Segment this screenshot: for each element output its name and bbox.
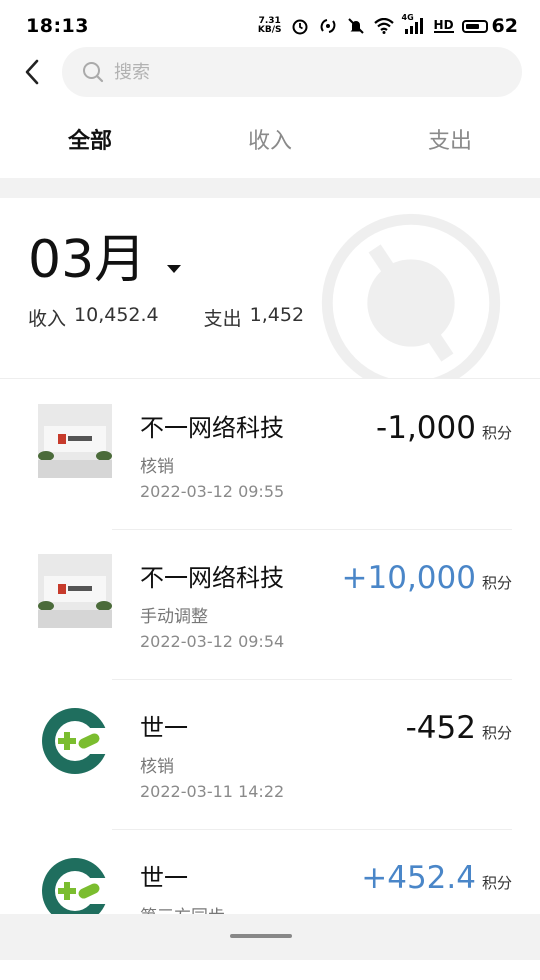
income-label: 收入 <box>28 308 67 330</box>
tab-income[interactable]: 收入 <box>180 112 360 172</box>
amount-block: +452.4 积分 <box>361 860 512 896</box>
net-speed-unit: KB/S <box>257 25 282 35</box>
income-total: 收入 10,452.4 <box>28 304 159 331</box>
transaction-amount: +10,000 <box>341 560 476 596</box>
status-icons: 7.31 KB/S 4G HD 62 <box>258 13 518 37</box>
amount-block: -1,000 积分 <box>376 410 512 446</box>
status-bar: 18:13 7.31 KB/S 4G HD 62 <box>0 0 540 52</box>
transaction-amount: -1,000 <box>376 410 476 446</box>
search-box[interactable] <box>62 47 522 97</box>
mute-icon <box>346 16 366 36</box>
transaction-list: 不一网络科技 核销 2022-03-12 09:55 -1,000 积分 不一网… <box>0 380 540 980</box>
month-selector[interactable]: 03月 <box>28 230 182 290</box>
amount-unit: 积分 <box>481 874 512 892</box>
pharmacy-logo-icon <box>38 704 112 778</box>
network-type-label: 4G <box>401 13 414 22</box>
filter-tabs: 全部 收入 支出 <box>0 112 540 172</box>
transaction-amount: +452.4 <box>361 860 476 896</box>
search-icon <box>83 62 104 83</box>
battery-level: 62 <box>491 15 518 37</box>
amount-unit: 积分 <box>481 574 512 592</box>
hd-icon: HD <box>433 18 454 33</box>
merchant-photo <box>38 554 112 628</box>
nfc-icon <box>318 16 338 36</box>
transaction-type: 核销 <box>140 757 174 777</box>
merchant-name: 不一网络科技 <box>140 564 284 592</box>
battery-icon <box>461 19 488 33</box>
transaction-type: 手动调整 <box>140 607 208 627</box>
amount-unit: 积分 <box>481 724 512 742</box>
expense-value: 1,452 <box>249 304 305 326</box>
transaction-time: 2022-03-12 09:54 <box>140 632 285 651</box>
merchant-photo <box>38 404 112 478</box>
gesture-bar <box>0 914 540 960</box>
merchant-name: 世一 <box>140 864 188 892</box>
signal-icon: 4G <box>401 13 426 36</box>
net-speed: 7.31 KB/S <box>258 17 282 35</box>
income-value: 10,452.4 <box>74 304 159 326</box>
section-divider <box>0 178 540 198</box>
month-title: 03月 <box>28 230 147 290</box>
back-button[interactable] <box>2 46 62 98</box>
transaction-time: 2022-03-11 14:22 <box>140 782 285 801</box>
transaction-type: 核销 <box>140 457 174 477</box>
tab-all[interactable]: 全部 <box>0 112 180 172</box>
home-indicator[interactable] <box>230 934 292 938</box>
transaction-time: 2022-03-12 09:55 <box>140 482 285 501</box>
search-input[interactable] <box>112 60 476 84</box>
alarm-icon <box>290 16 310 36</box>
expense-total: 支出 1,452 <box>204 304 304 331</box>
transaction-row[interactable]: 世一 核销 2022-03-11 14:22 -452 积分 <box>0 680 540 830</box>
transaction-amount: -452 <box>405 710 476 746</box>
battery-indicator: 62 <box>461 15 518 37</box>
amount-unit: 积分 <box>481 424 512 442</box>
chevron-left-icon <box>25 59 39 85</box>
expense-label: 支出 <box>203 308 242 330</box>
caret-down-icon <box>167 265 182 273</box>
search-row <box>0 46 540 98</box>
amount-block: -452 积分 <box>406 710 512 746</box>
transaction-row[interactable]: 不一网络科技 核销 2022-03-12 09:55 -1,000 积分 <box>0 380 540 530</box>
tab-expense[interactable]: 支出 <box>360 112 540 172</box>
amount-block: +10,000 积分 <box>342 560 512 596</box>
merchant-name: 不一网络科技 <box>140 414 284 442</box>
status-time: 18:13 <box>26 15 89 37</box>
month-summary-section: 03月 收入 10,452.4 支出 1,452 <box>0 198 540 378</box>
list-top-divider <box>0 378 540 379</box>
month-totals: 收入 10,452.4 支出 1,452 <box>28 304 304 331</box>
wifi-icon <box>373 16 394 36</box>
watermark-logo-icon <box>321 213 501 378</box>
transaction-row[interactable]: 不一网络科技 手动调整 2022-03-12 09:54 +10,000 积分 <box>0 530 540 680</box>
merchant-name: 世一 <box>140 714 188 742</box>
